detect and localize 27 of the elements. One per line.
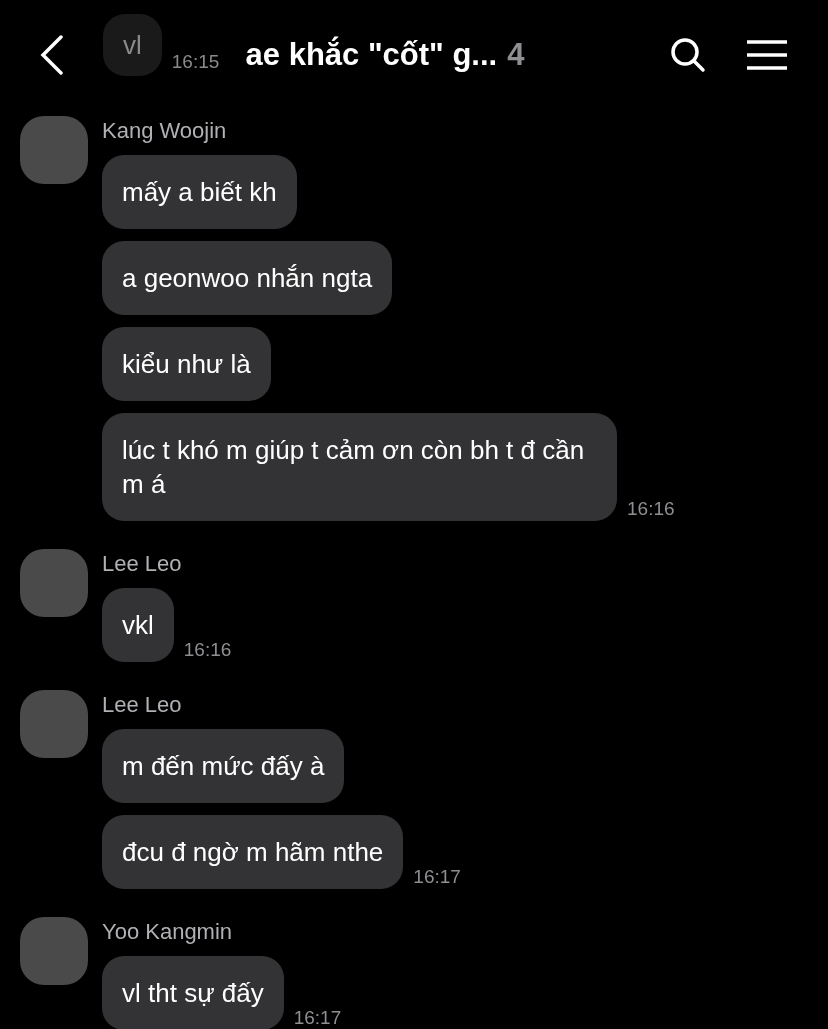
sender-name: Kang Woojin xyxy=(102,117,228,145)
avatar[interactable] xyxy=(20,690,88,758)
sender-name: Lee Leo xyxy=(102,691,183,719)
message-time: 16:17 xyxy=(413,864,461,889)
avatar[interactable] xyxy=(20,116,88,184)
message-bubble: vl xyxy=(103,14,162,76)
message-bubble: a geonwoo nhắn ngta xyxy=(102,241,393,315)
message-bubble: đcu đ ngờ m hãm nthe xyxy=(102,815,404,889)
message-bubble: m đến mức đấy à xyxy=(102,729,345,803)
member-count: 4 xyxy=(507,35,525,74)
sender-name: Yoo Kangmin xyxy=(102,918,234,946)
message-time: 16:16 xyxy=(183,637,232,662)
sender-name: Lee Leo xyxy=(102,550,183,578)
search-icon xyxy=(670,37,706,73)
back-icon xyxy=(40,35,64,75)
message-bubble: mấy a biết kh xyxy=(102,155,297,229)
avatar[interactable] xyxy=(20,549,88,617)
message-bubble: vkl xyxy=(102,588,174,662)
avatar[interactable] xyxy=(20,917,88,985)
message-bubble: vl tht sự đấy xyxy=(102,956,284,1029)
message-time: 16:15 xyxy=(171,49,220,74)
menu-icon xyxy=(746,39,788,71)
message-time: 16:17 xyxy=(293,1005,342,1029)
message-bubble: kiểu như là xyxy=(102,327,271,401)
chat-title: ae khắc "cốt" g... xyxy=(245,35,498,74)
message-bubble: lúc t khó m giúp t cảm ơn còn bh t đ cần m á xyxy=(102,413,617,521)
message-time: 16:16 xyxy=(627,496,675,521)
